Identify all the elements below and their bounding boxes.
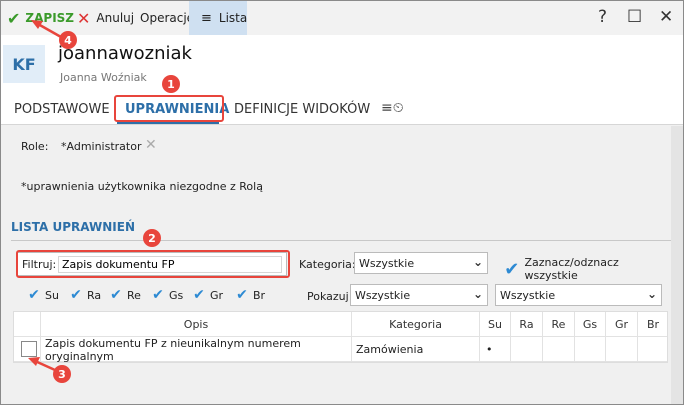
user-edit-window: ✔ ZAPISZ ✕ Anuluj Operacje ≡ Lista ? ☐ ✕… bbox=[0, 0, 684, 405]
annotation-arrows bbox=[28, 20, 62, 372]
annotation-badge-1: 1 bbox=[162, 75, 180, 93]
annotation-badge-3: 3 bbox=[53, 365, 71, 383]
annotation-badge-4: 4 bbox=[59, 31, 77, 49]
annotation-badge-2: 2 bbox=[143, 229, 161, 247]
